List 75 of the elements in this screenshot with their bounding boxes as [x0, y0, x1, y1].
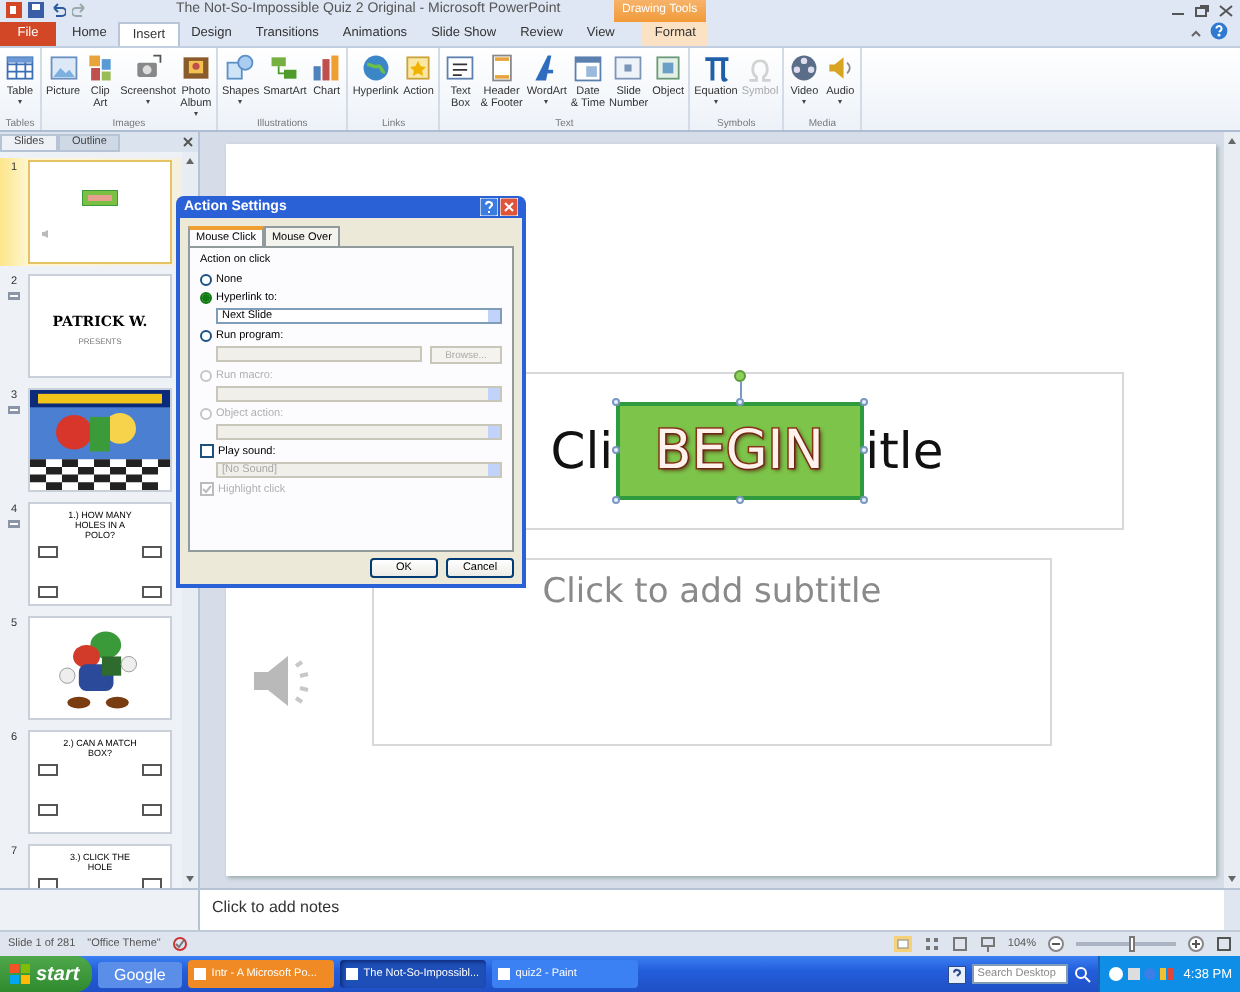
save-icon[interactable]: [28, 2, 44, 19]
resize-handle[interactable]: [859, 398, 868, 407]
answer-box: [38, 586, 58, 599]
film-reel-icon: [788, 52, 821, 85]
slide-thumbnail[interactable]: [28, 388, 172, 493]
rotation-handle[interactable]: [733, 370, 746, 383]
photo-album-icon: [179, 52, 212, 85]
object-icon: [652, 52, 685, 85]
resize-handle[interactable]: [859, 496, 868, 505]
help-icon[interactable]: [947, 965, 966, 983]
slide-number-icon: [612, 52, 645, 85]
answer-box: [142, 546, 162, 559]
powerpoint-icon[interactable]: [6, 2, 22, 19]
scroll-up-icon[interactable]: [1228, 138, 1236, 145]
radio-button[interactable]: [200, 329, 212, 341]
collapse-ribbon-icon[interactable]: [1190, 28, 1202, 41]
close-icon[interactable]: [182, 136, 194, 149]
slide-sorter-icon[interactable]: [923, 936, 940, 953]
shape-drawing: [82, 190, 118, 207]
start-button[interactable]: start: [0, 956, 92, 992]
answer-box: [38, 764, 58, 777]
close-icon[interactable]: [1218, 3, 1234, 18]
undo-icon[interactable]: [50, 2, 66, 19]
normal-view-icon[interactable]: [893, 936, 912, 953]
slide-thumbnail[interactable]: [28, 616, 172, 721]
app-icon: [193, 968, 206, 980]
title-text: Cli: [550, 422, 614, 481]
pi-icon: [699, 52, 732, 85]
notes-field[interactable]: Click to add notes: [200, 890, 1224, 931]
app-icon: [345, 968, 358, 980]
slide-show-icon[interactable]: [979, 936, 996, 953]
zoom-out-icon[interactable]: [1048, 936, 1064, 953]
resize-handle[interactable]: [735, 496, 744, 505]
notes-placeholder: Click to add notes: [212, 898, 340, 917]
resize-handle[interactable]: [859, 446, 868, 455]
subtitle-text: Click to add subtitle: [542, 572, 882, 617]
answer-box: [38, 804, 58, 817]
slide-thumbnail[interactable]: [28, 160, 172, 265]
resize-handle[interactable]: [611, 496, 620, 505]
resize-handle[interactable]: [611, 446, 620, 455]
action-icon: [402, 52, 435, 85]
resize-handle[interactable]: [611, 398, 620, 407]
windows-logo-icon: [10, 964, 30, 984]
title-text: itle: [865, 422, 944, 481]
picture-icon: [47, 52, 80, 85]
shapes-icon: [224, 52, 257, 85]
restore-icon[interactable]: [1194, 3, 1210, 18]
answer-box: [142, 764, 162, 777]
table-icon: [4, 52, 36, 85]
reading-view-icon[interactable]: [951, 936, 968, 953]
help-icon[interactable]: [1210, 22, 1228, 41]
scroll-down-icon[interactable]: [1228, 876, 1236, 883]
app-icon: [497, 968, 510, 980]
clip-art-icon: [84, 52, 117, 85]
bar-chart-icon: [310, 52, 343, 85]
tray-icons-drawing: [1107, 966, 1176, 982]
answer-box: [142, 586, 162, 599]
calendar-icon: [571, 52, 604, 85]
spell-check-icon[interactable]: [172, 936, 189, 953]
speaker-icon: [42, 230, 50, 239]
search-icon[interactable]: [1073, 965, 1092, 983]
answer-box: [142, 804, 162, 817]
fit-slide-icon[interactable]: [1216, 936, 1232, 953]
slider-thumb[interactable]: [1128, 936, 1134, 953]
resize-handle[interactable]: [735, 398, 744, 407]
speaker-icon: [824, 52, 857, 85]
answer-box: [38, 546, 58, 559]
globe-icon: [359, 52, 392, 85]
smartart-icon: [268, 52, 301, 85]
text-box-icon: [444, 52, 477, 85]
zoom-slider[interactable]: [1076, 942, 1176, 947]
scroll-down-icon[interactable]: [186, 876, 194, 883]
zoom-in-icon[interactable]: [1188, 936, 1204, 953]
checkbox[interactable]: [200, 444, 214, 458]
scroll-up-icon[interactable]: [186, 158, 194, 165]
